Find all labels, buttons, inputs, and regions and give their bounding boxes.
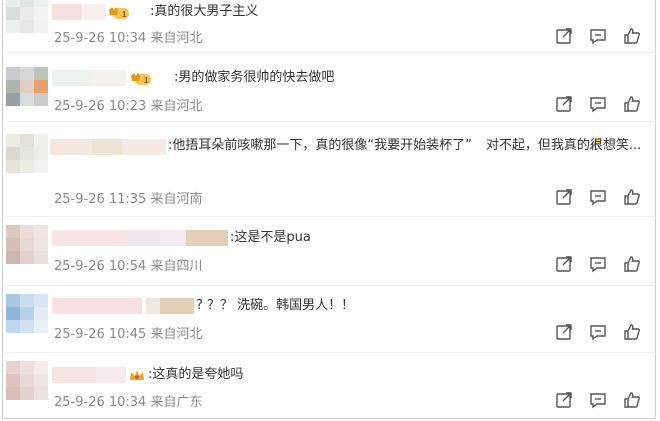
comment-icon[interactable] bbox=[588, 187, 608, 207]
comment-text: :这真的是夸她吗 bbox=[148, 367, 244, 382]
comment-text: :真的很大男子主义 bbox=[150, 4, 259, 19]
comment-icon[interactable] bbox=[588, 322, 608, 342]
comment-meta: 25-9-26 10:34 来自广东 bbox=[54, 391, 203, 410]
comment-location: 来自广东 bbox=[150, 395, 203, 410]
comment-actions bbox=[554, 254, 642, 274]
comment-location: 来自河南 bbox=[150, 192, 203, 207]
share-icon[interactable] bbox=[554, 94, 574, 114]
comment-location: 来自河北 bbox=[150, 327, 203, 342]
vip-badge-icon: 1 bbox=[108, 5, 130, 21]
username-blurred[interactable] bbox=[52, 70, 126, 86]
share-icon[interactable] bbox=[554, 390, 574, 410]
like-icon[interactable] bbox=[622, 390, 642, 410]
like-icon[interactable] bbox=[622, 322, 642, 342]
comment-text: :他捂耳朵前咳嗽那一下，真的很像“我要开始装杯了” 对不起，但我真的很想笑... bbox=[168, 137, 642, 153]
comment-item: :这是不是pua 25-9-26 10:54 来自四川 bbox=[0, 217, 660, 285]
comment-actions bbox=[554, 187, 642, 207]
share-icon[interactable] bbox=[554, 187, 574, 207]
comment-item: ? ？？ 洗碗。韩国男人！！ 25-9-26 10:45 来自河北 bbox=[0, 286, 660, 352]
comment-actions bbox=[554, 26, 642, 46]
like-icon[interactable] bbox=[622, 94, 642, 114]
like-icon[interactable] bbox=[622, 254, 642, 274]
comment-meta: 25-9-26 10:34 来自河北 bbox=[54, 27, 203, 46]
comment-item: :他捂耳朵前咳嗽那一下，真的很像“我要开始装杯了” 对不起，但我真的很想笑... … bbox=[0, 122, 660, 216]
avatar[interactable] bbox=[6, 134, 48, 174]
comment-text: ? ？？ 洗碗。韩国男人！！ bbox=[196, 298, 355, 313]
username-blurred[interactable] bbox=[52, 4, 106, 20]
comment-date: 25-9-26 10:34 bbox=[54, 31, 147, 46]
comment-text: :这是不是pua bbox=[230, 230, 311, 245]
comment-location: 来自河北 bbox=[150, 99, 203, 114]
comment-icon[interactable] bbox=[588, 94, 608, 114]
share-icon[interactable] bbox=[554, 254, 574, 274]
comment-item: 1 :男的做家务很帅的快去做吧 25-9-26 10:23 来自河北 bbox=[0, 53, 660, 121]
username-blurred[interactable] bbox=[52, 230, 228, 246]
avatar[interactable] bbox=[6, 67, 48, 107]
like-icon[interactable] bbox=[622, 187, 642, 207]
avatar[interactable] bbox=[6, 294, 48, 334]
username-blurred[interactable] bbox=[52, 367, 126, 383]
comment-date: 25-9-26 10:34 bbox=[54, 395, 147, 410]
avatar[interactable] bbox=[6, 225, 48, 265]
comment-icon[interactable] bbox=[588, 254, 608, 274]
comment-date: 25-9-26 10:45 bbox=[54, 327, 147, 342]
comment-item: :这真的是夸她吗 25-9-26 10:34 来自广东 bbox=[0, 353, 660, 419]
comment-icon[interactable] bbox=[588, 26, 608, 46]
svg-text:1: 1 bbox=[144, 76, 149, 85]
comment-date: 25-9-26 10:54 bbox=[54, 259, 147, 274]
comment-meta: 25-9-26 11:35 来自河南 bbox=[54, 188, 203, 207]
share-icon[interactable] bbox=[554, 322, 574, 342]
comment-actions bbox=[554, 322, 642, 342]
comment-meta: 25-9-26 10:54 来自四川 bbox=[54, 255, 203, 274]
comment-date: 25-9-26 10:23 bbox=[54, 99, 147, 114]
comment-location: 来自四川 bbox=[150, 259, 203, 274]
comment-item: 1 :真的很大男子主义 25-9-26 10:34 来自河北 bbox=[0, 0, 660, 52]
comment-meta: 25-9-26 10:23 来自河北 bbox=[54, 95, 203, 114]
comment-location: 来自河北 bbox=[150, 31, 203, 46]
username-blurred[interactable] bbox=[52, 298, 194, 314]
avatar[interactable] bbox=[6, 361, 48, 401]
like-icon[interactable] bbox=[622, 26, 642, 46]
avatar[interactable] bbox=[6, 0, 48, 34]
comment-text: :男的做家务很帅的快去做吧 bbox=[174, 70, 335, 85]
comment-meta: 25-9-26 10:45 来自河北 bbox=[54, 323, 203, 342]
magic-wand-emoji-icon bbox=[472, 137, 602, 151]
comment-actions bbox=[554, 390, 642, 410]
crown-badge-icon bbox=[128, 368, 146, 384]
comment-icon[interactable] bbox=[588, 390, 608, 410]
comment-actions bbox=[554, 94, 642, 114]
svg-text:1: 1 bbox=[122, 10, 127, 19]
share-icon[interactable] bbox=[554, 26, 574, 46]
vip-badge-icon: 1 bbox=[130, 71, 152, 87]
comment-date: 25-9-26 11:35 bbox=[54, 192, 147, 207]
